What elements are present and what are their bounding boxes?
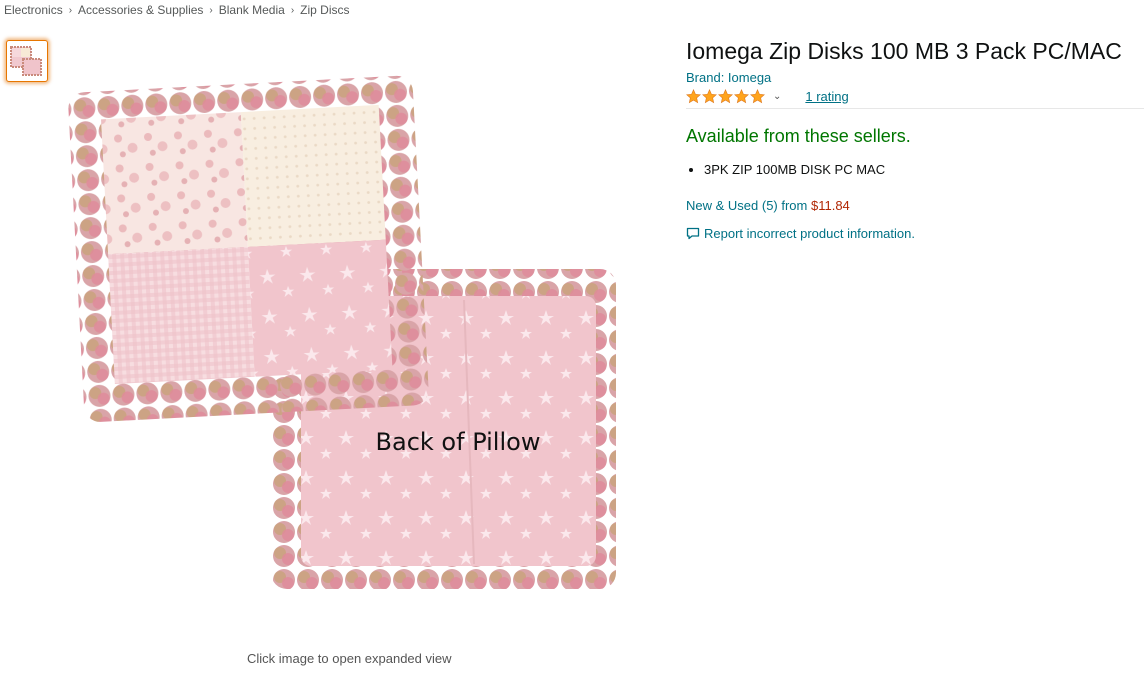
feature-bullets: 3PK ZIP 100MB DISK PC MAC [686, 162, 885, 177]
availability-text: Available from these sellers. [686, 126, 911, 146]
breadcrumb: Electronics › Accessories & Supplies › B… [4, 3, 350, 17]
report-link-label[interactable]: Report incorrect product information. [704, 226, 915, 241]
image-caption[interactable]: Click image to open expanded view [247, 651, 452, 666]
breadcrumb-blank-media[interactable]: Blank Media [219, 3, 285, 17]
breadcrumb-zip-discs[interactable]: Zip Discs [300, 3, 349, 17]
report-incorrect-info[interactable]: Report incorrect product information. [686, 226, 915, 241]
star-rating[interactable] [686, 89, 765, 104]
feature-bullet: 3PK ZIP 100MB DISK PC MAC [704, 162, 885, 177]
breadcrumb-accessories[interactable]: Accessories & Supplies [78, 3, 203, 17]
star-icon [718, 89, 733, 104]
star-icon [750, 89, 765, 104]
breadcrumb-separator: › [209, 4, 213, 16]
main-product-image[interactable]: Back of Pillow [56, 64, 666, 614]
star-icon [702, 89, 717, 104]
front-pillow [68, 75, 429, 422]
breadcrumb-electronics[interactable]: Electronics [4, 3, 63, 17]
star-icon [686, 89, 701, 104]
image-thumbnail[interactable] [6, 40, 48, 82]
new-used-link[interactable]: New & Used (5) from [686, 198, 811, 213]
rating-row: ⌄ 1 rating [686, 89, 849, 104]
new-used-offer[interactable]: New & Used (5) from $11.84 [686, 198, 850, 213]
divider [686, 108, 1144, 109]
image-overlay-text: Back of Pillow [376, 428, 541, 456]
comment-icon [686, 227, 700, 240]
breadcrumb-separator: › [68, 4, 73, 16]
brand-link[interactable]: Brand: Iomega [686, 70, 771, 85]
product-title: Iomega Zip Disks 100 MB 3 Pack PC/MAC [686, 38, 1122, 64]
breadcrumb-separator: › [290, 4, 295, 16]
pillow-thumbnail-image [10, 46, 42, 76]
offer-price[interactable]: $11.84 [811, 198, 850, 213]
rating-count-link[interactable]: 1 rating [805, 89, 848, 104]
chevron-down-icon[interactable]: ⌄ [773, 91, 781, 102]
star-icon [734, 89, 749, 104]
